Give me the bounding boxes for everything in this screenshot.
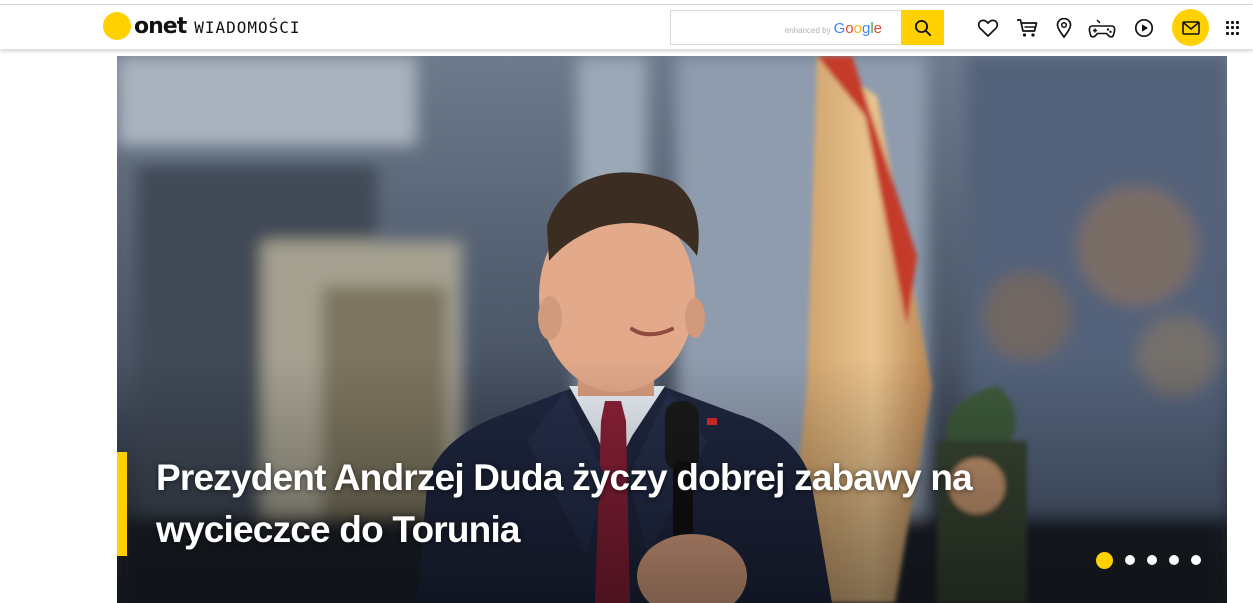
header-icons bbox=[0, 13, 1253, 43]
heart-icon[interactable] bbox=[973, 13, 1003, 43]
mail-icon bbox=[1181, 20, 1200, 35]
hero-headline-line2: wycieczce do Torunia bbox=[156, 509, 521, 550]
location-pin-icon[interactable] bbox=[1049, 13, 1079, 43]
gamepad-icon[interactable] bbox=[1087, 13, 1117, 43]
slider-dot-1[interactable] bbox=[1096, 551, 1113, 569]
slider-dot-4[interactable] bbox=[1169, 555, 1179, 565]
hero-headline[interactable]: Prezydent Andrzej Duda życzy dobrej zaba… bbox=[156, 452, 1056, 556]
site-header: onet WIADOMOŚCI enhanced by Google bbox=[0, 5, 1253, 49]
slider-dot-3[interactable] bbox=[1147, 555, 1157, 565]
play-icon[interactable] bbox=[1129, 13, 1159, 43]
cart-icon[interactable] bbox=[1012, 13, 1042, 43]
slider-dot-5[interactable] bbox=[1191, 555, 1201, 565]
slider-dots bbox=[1096, 551, 1201, 569]
hero-headline-line1: Prezydent Andrzej Duda życzy dobrej zaba… bbox=[156, 457, 973, 498]
apps-grid-icon[interactable] bbox=[1226, 21, 1240, 35]
mail-button[interactable] bbox=[1172, 9, 1209, 46]
slider-dot-2[interactable] bbox=[1125, 555, 1135, 565]
headline-accent-bar bbox=[117, 452, 127, 556]
